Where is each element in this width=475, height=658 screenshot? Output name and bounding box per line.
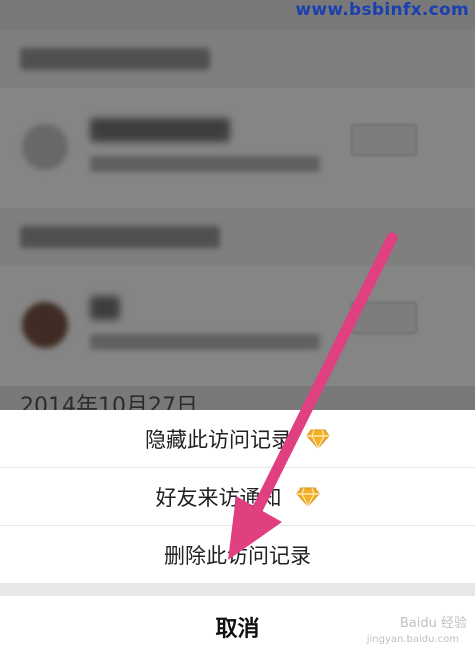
sheet-divider	[0, 584, 475, 596]
delete-visit-record-label: 删除此访问记录	[164, 543, 311, 568]
cancel-label: 取消	[215, 617, 260, 642]
friend-visit-notice-button[interactable]: 好友来访通知	[0, 468, 475, 526]
diamond-icon	[306, 429, 330, 449]
hide-visit-record-label: 隐藏此访问记录	[145, 427, 292, 452]
delete-visit-record-button[interactable]: 删除此访问记录	[0, 526, 475, 584]
diamond-icon	[295, 487, 320, 507]
hide-visit-record-button[interactable]: 隐藏此访问记录	[0, 410, 475, 468]
site-watermark: www.bsbinfx.com	[295, 0, 469, 20]
baidu-watermark-site: jingyan.baidu.com	[366, 634, 459, 645]
friend-visit-notice-label: 好友来访通知	[155, 485, 282, 510]
baidu-watermark: Baidu 经验	[399, 616, 467, 631]
